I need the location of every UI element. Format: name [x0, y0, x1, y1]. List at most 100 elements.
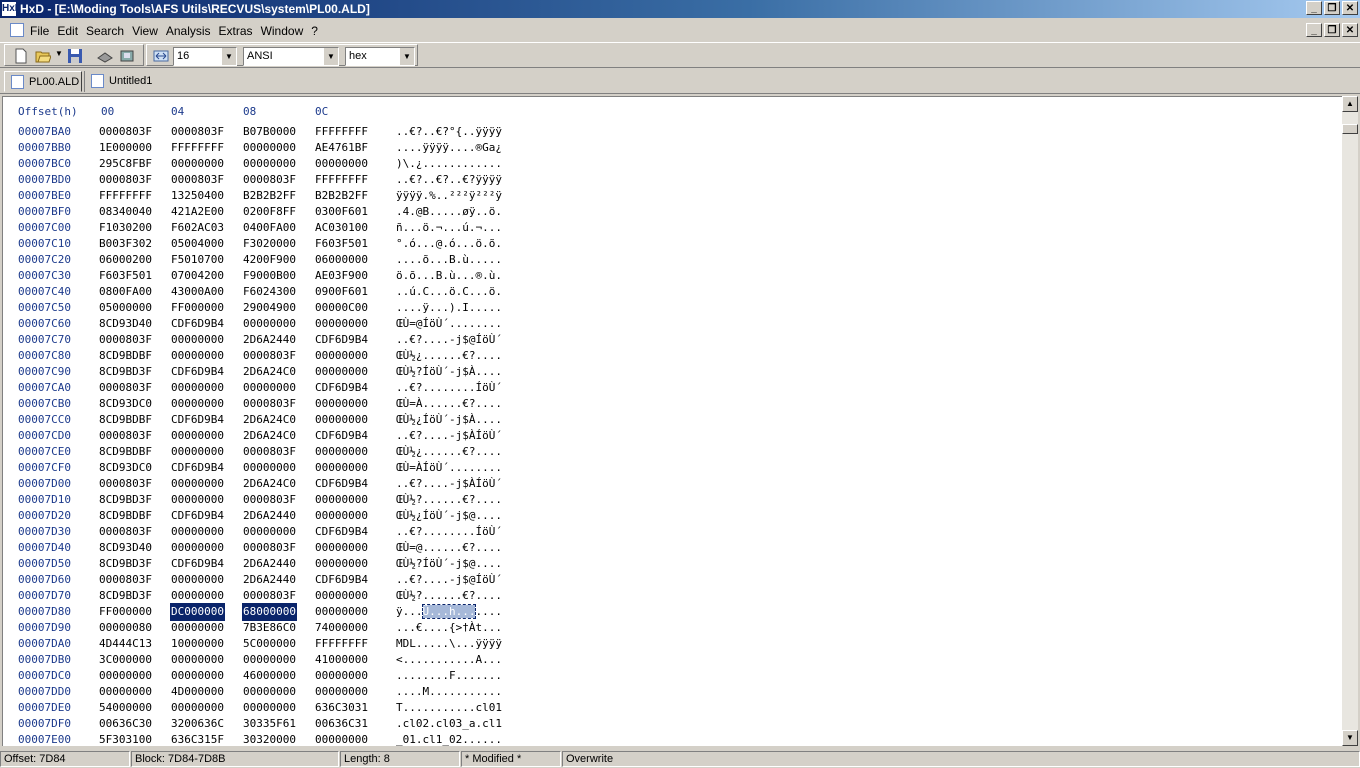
hex-group[interactable]: 8CD9BD3F: [99, 556, 152, 572]
hex-group[interactable]: CDF6D9B4: [171, 364, 224, 380]
scroll-up-icon[interactable]: ▲: [1342, 96, 1358, 112]
hex-group[interactable]: CDF6D9B4: [315, 572, 368, 588]
ascii-text[interactable]: ÿ...Ü...h.......: [396, 604, 502, 620]
ascii-text[interactable]: ....ÿ...).I.....: [396, 300, 502, 316]
hex-group[interactable]: 00000000: [315, 396, 368, 412]
ascii-text[interactable]: ŒÙ½¿ÍöÙ´-j$@....: [396, 508, 502, 524]
ascii-text[interactable]: ŒÙ½¿......€?....: [396, 348, 502, 364]
hex-group[interactable]: CDF6D9B4: [315, 524, 368, 540]
hex-group[interactable]: 0000803F: [243, 540, 296, 556]
hex-group[interactable]: 8CD93DC0: [99, 396, 152, 412]
hex-group[interactable]: 00000000: [171, 540, 224, 556]
hex-group[interactable]: 3C000000: [99, 652, 152, 668]
ascii-text[interactable]: ..€?....-j$@ÍöÙ´: [396, 332, 502, 348]
hex-group[interactable]: 00000000: [171, 492, 224, 508]
hex-group[interactable]: 30335F61: [243, 716, 296, 732]
hex-group[interactable]: 00000000: [171, 428, 224, 444]
ascii-text[interactable]: T...........cl01: [396, 700, 502, 716]
menu-analysis[interactable]: Analysis: [166, 23, 218, 39]
hex-group[interactable]: 13250400: [171, 188, 224, 204]
ascii-text[interactable]: °.ó...@.ó...ö.õ.: [396, 236, 502, 252]
minimize-button[interactable]: _: [1306, 1, 1322, 15]
mdi-minimize-button[interactable]: _: [1306, 23, 1322, 37]
menu-file[interactable]: File: [30, 23, 56, 39]
ascii-text[interactable]: ŒÙ½?ÍöÙ´-j$@....: [396, 556, 502, 572]
hex-group[interactable]: 0000803F: [243, 396, 296, 412]
hex-group[interactable]: 00000000: [315, 444, 368, 460]
hex-group[interactable]: 2D6A2440: [243, 508, 296, 524]
hex-group[interactable]: 00000000: [171, 572, 224, 588]
ascii-text[interactable]: ŒÙ½?......€?....: [396, 588, 502, 604]
hex-group[interactable]: 00000000: [171, 620, 224, 636]
hex-group[interactable]: 00000000: [315, 684, 368, 700]
menu-search[interactable]: Search: [86, 23, 131, 39]
hex-group[interactable]: FF000000: [99, 604, 152, 620]
hex-group[interactable]: 2D6A24C0: [243, 476, 296, 492]
hex-group[interactable]: 0000803F: [99, 172, 152, 188]
ascii-text[interactable]: ñ...ö.¬...ú.¬...: [396, 220, 502, 236]
hex-group[interactable]: 8CD9BD3F: [99, 492, 152, 508]
hex-group[interactable]: 2D6A2440: [243, 556, 296, 572]
hex-group[interactable]: 295C8FBF: [99, 156, 152, 172]
charset-select[interactable]: ANSI ▼: [243, 47, 339, 66]
hex-group[interactable]: F9000B00: [243, 268, 296, 284]
hex-group[interactable]: FFFFFFFF: [315, 124, 368, 140]
menu-edit[interactable]: Edit: [57, 23, 85, 39]
hex-group[interactable]: 8CD93DC0: [99, 460, 152, 476]
hex-group[interactable]: F603F501: [99, 268, 152, 284]
hex-group[interactable]: 00000000: [171, 156, 224, 172]
ascii-text[interactable]: ŒÙ½¿......€?....: [396, 444, 502, 460]
hex-group[interactable]: 00000000: [315, 732, 368, 746]
hex-group[interactable]: 29004900: [243, 300, 296, 316]
hex-group[interactable]: F1030200: [99, 220, 152, 236]
hex-group[interactable]: 00000000: [243, 460, 296, 476]
hex-group[interactable]: 00000000: [315, 348, 368, 364]
hex-group[interactable]: 2D6A2440: [243, 572, 296, 588]
ascii-text[interactable]: ŒÙ½?ÍöÙ´-j$À....: [396, 364, 502, 380]
hex-group[interactable]: 0000803F: [171, 172, 224, 188]
hex-group[interactable]: 46000000: [243, 668, 296, 684]
hex-group[interactable]: 54000000: [99, 700, 152, 716]
chevron-down-icon[interactable]: ▼: [221, 48, 236, 65]
hex-group[interactable]: 05004000: [171, 236, 224, 252]
hex-group[interactable]: 636C315F: [171, 732, 224, 746]
hex-group[interactable]: 00000000: [243, 524, 296, 540]
hex-group[interactable]: 8CD9BDBF: [99, 412, 152, 428]
hex-group[interactable]: 2D6A24C0: [243, 412, 296, 428]
ascii-text[interactable]: ....õ...B.ù.....: [396, 252, 502, 268]
hex-group[interactable]: 4D444C13: [99, 636, 152, 652]
hex-group[interactable]: 4D000000: [171, 684, 224, 700]
hex-group[interactable]: 41000000: [315, 652, 368, 668]
hex-group[interactable]: CDF6D9B4: [315, 332, 368, 348]
hex-group[interactable]: CDF6D9B4: [171, 412, 224, 428]
chevron-down-icon[interactable]: ▼: [399, 48, 414, 65]
tab-pl00-ald[interactable]: PL00.ALD: [4, 71, 82, 92]
hex-group[interactable]: B2B2B2FF: [243, 188, 296, 204]
hex-group[interactable]: 00000000: [171, 524, 224, 540]
hex-group[interactable]: 00000000: [315, 460, 368, 476]
menu-window[interactable]: Window: [261, 23, 311, 39]
scroll-down-icon[interactable]: ▼: [1342, 730, 1358, 746]
hex-group[interactable]: 68000000: [242, 603, 297, 621]
hex-group[interactable]: 0000803F: [99, 332, 152, 348]
hex-group[interactable]: 10000000: [171, 636, 224, 652]
hex-group[interactable]: B2B2B2FF: [315, 188, 368, 204]
hex-group[interactable]: 00000000: [171, 668, 224, 684]
ascii-text[interactable]: ..€?........ÍöÙ´: [396, 524, 502, 540]
hex-group[interactable]: 00000C00: [315, 300, 368, 316]
hex-group[interactable]: F3020000: [243, 236, 296, 252]
hex-group[interactable]: 00000000: [315, 508, 368, 524]
hex-group[interactable]: DC000000: [170, 603, 225, 621]
mdi-restore-button[interactable]: ❐: [1324, 23, 1340, 37]
hex-group[interactable]: CDF6D9B4: [315, 428, 368, 444]
hex-group[interactable]: B003F302: [99, 236, 152, 252]
hex-group[interactable]: 1E000000: [99, 140, 152, 156]
hex-group[interactable]: 3200636C: [171, 716, 224, 732]
hex-group[interactable]: 0000803F: [99, 428, 152, 444]
ascii-text[interactable]: ....M...........: [396, 684, 502, 700]
scroll-thumb[interactable]: [1342, 124, 1358, 134]
hex-group[interactable]: 00000000: [243, 316, 296, 332]
chevron-down-icon[interactable]: ▼: [323, 48, 338, 65]
ascii-text[interactable]: ..€?....-j$ÀÍöÙ´: [396, 428, 502, 444]
hex-group[interactable]: 5C000000: [243, 636, 296, 652]
